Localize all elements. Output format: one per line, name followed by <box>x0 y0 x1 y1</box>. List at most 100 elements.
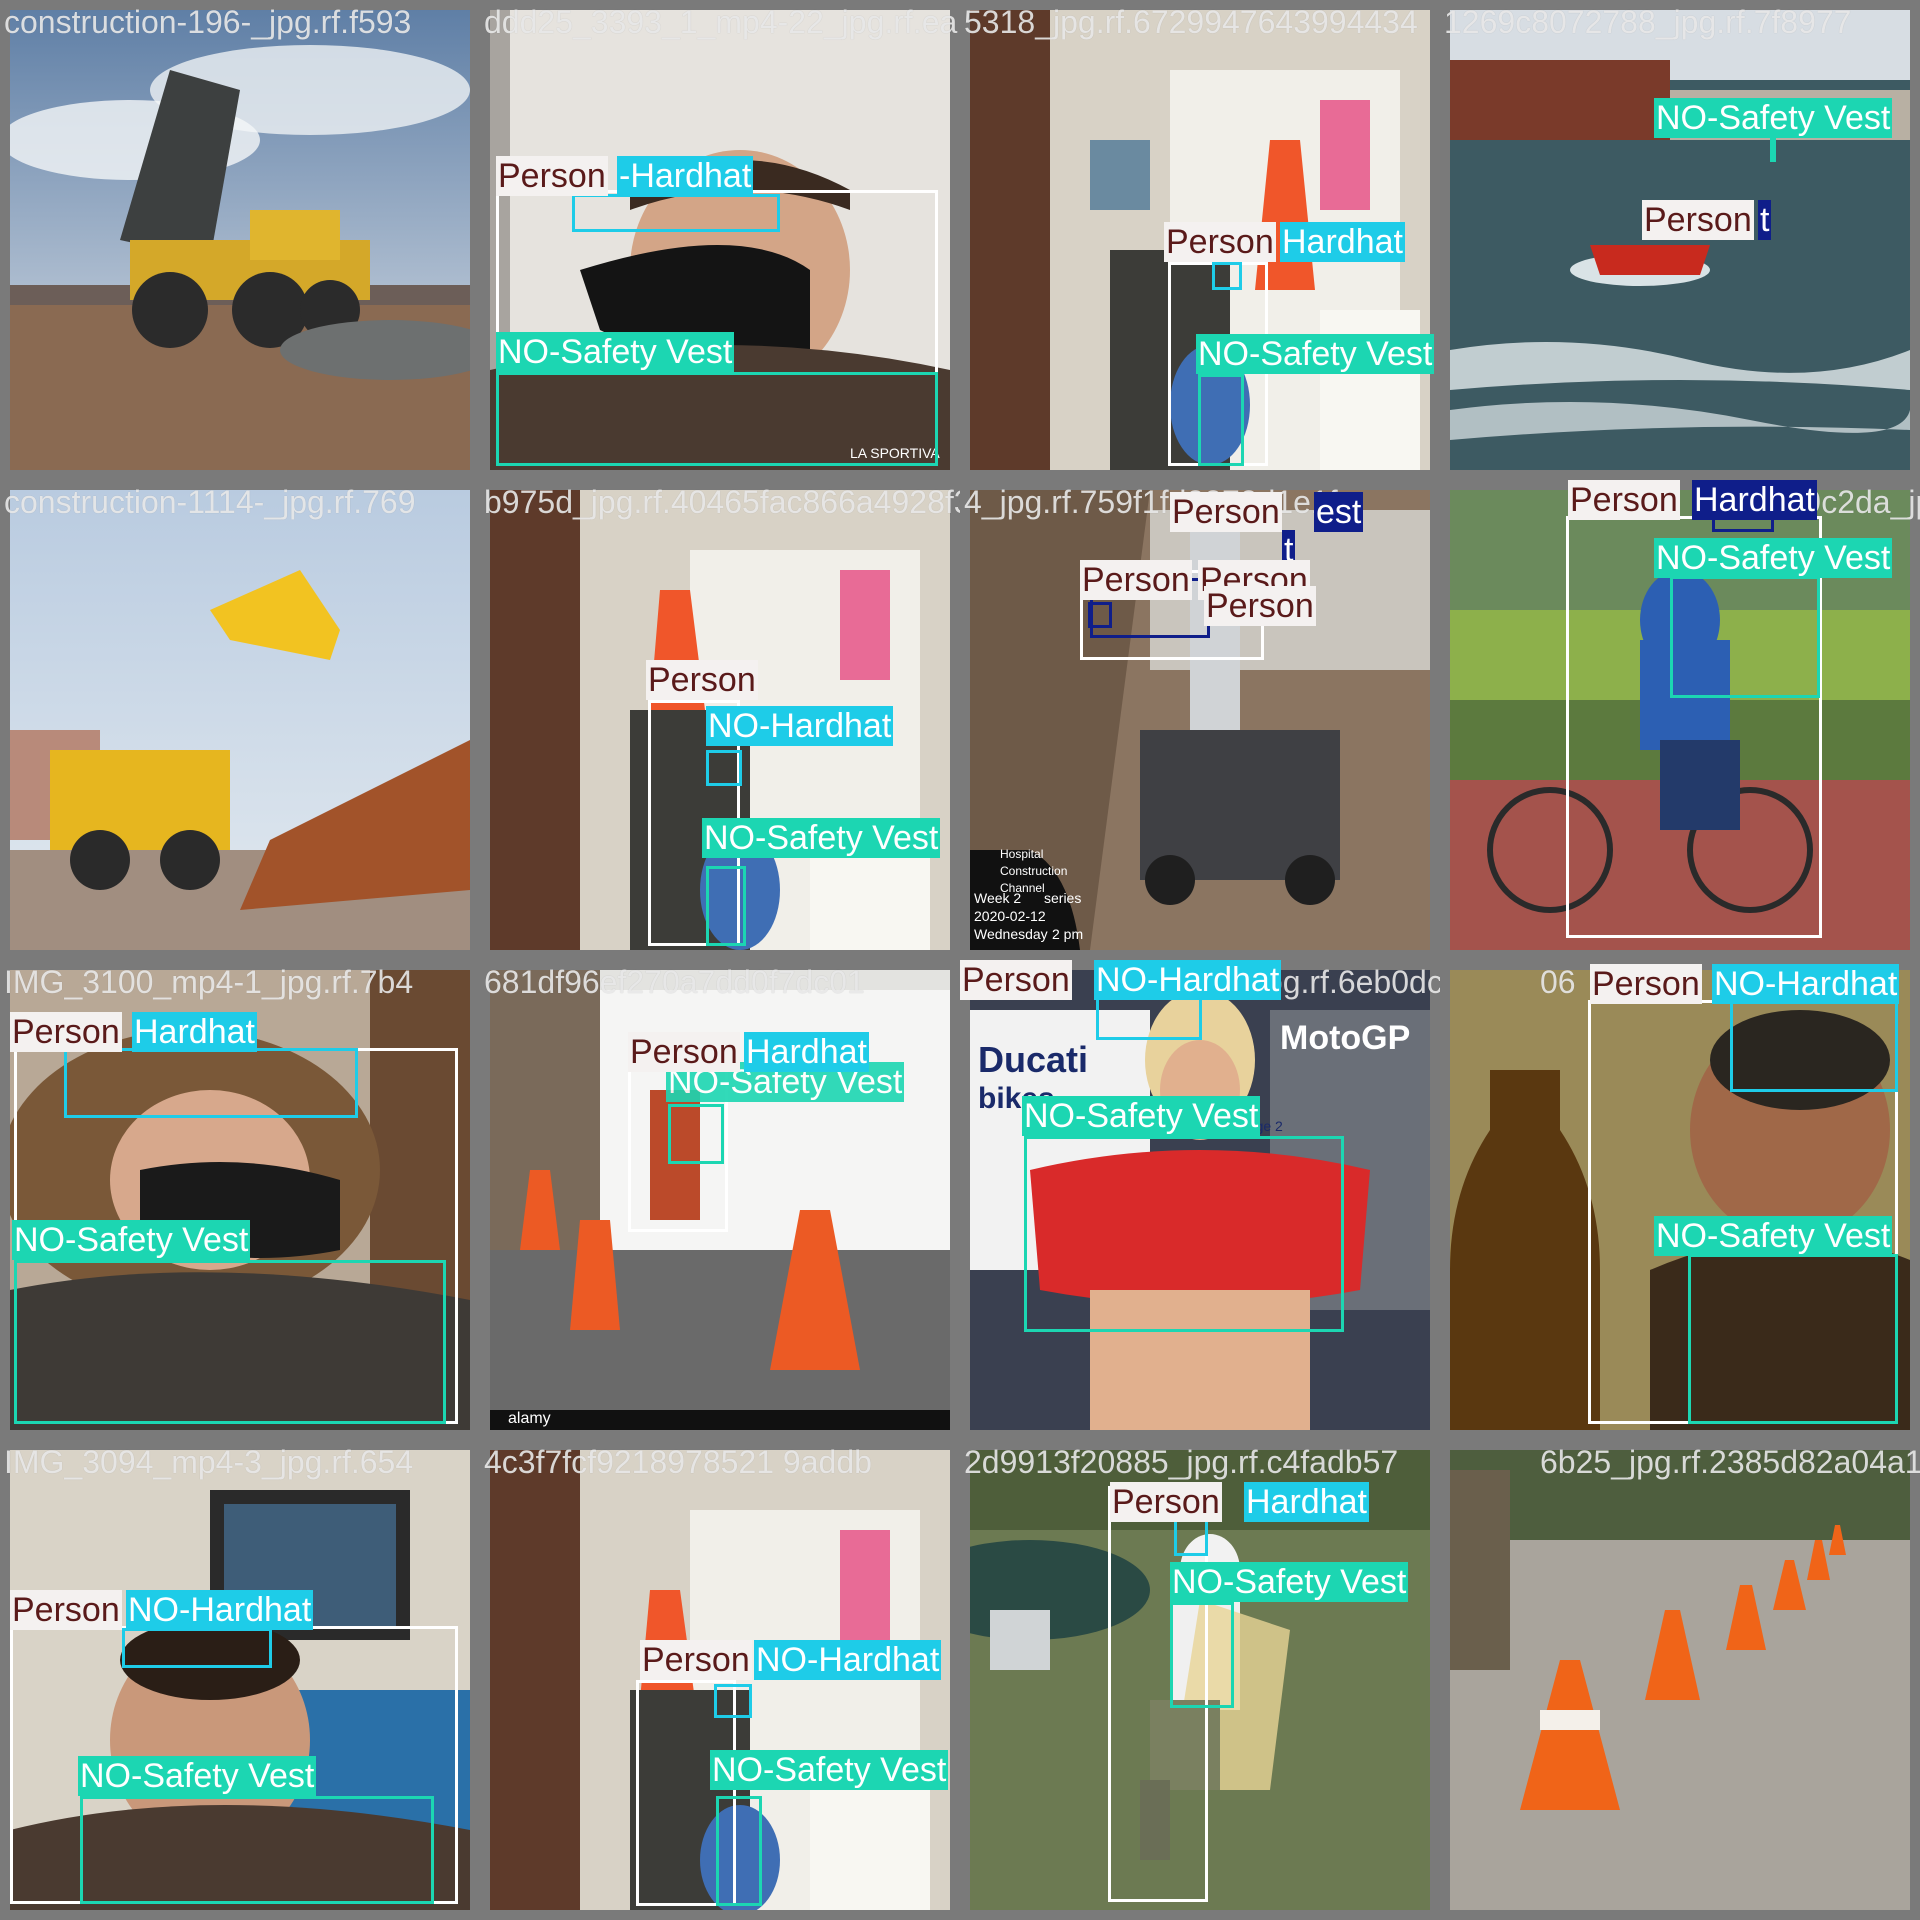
hardhat-box <box>122 1628 272 1668</box>
photo <box>10 10 470 470</box>
no-vest-label: NO-Safety Vest <box>710 1750 949 1790</box>
photo: Hospital Construction Channel Week 2 202… <box>970 490 1430 950</box>
no-vest-label: NO-Safety Vest <box>78 1756 317 1796</box>
filename-label: b975d_jpg.rf.40465fac866a4928f3 <box>484 484 960 520</box>
vest-box <box>1670 576 1820 698</box>
person-label: Person <box>1204 586 1316 626</box>
no-hardhat-label: NO-Hardhat <box>1712 964 1900 1004</box>
person-label: Person <box>496 156 608 196</box>
filename-label: 06 <box>1540 964 1576 1000</box>
vest-box <box>496 372 938 466</box>
tile-room-cone-1: Hardhat Person NO-Safety Vest 5318_jpg.r… <box>960 0 1440 480</box>
day-watermark: Wednesday <box>974 926 1048 942</box>
tile-bottle-man: Person NO-Hardhat NO-Safety Vest 06 <box>1440 960 1920 1440</box>
filename-label: construction-196-_jpg.rf.f593 <box>4 4 412 40</box>
no-vest-label: NO-Safety Vest <box>496 332 735 372</box>
tile-crane-site: Hospital Construction Channel Week 2 202… <box>960 480 1440 960</box>
dump-truck-image <box>10 10 470 470</box>
hardhat-box <box>1212 262 1242 290</box>
no-vest-label: NO-Safety Vest <box>1654 98 1893 138</box>
person-label: Person <box>640 1640 752 1680</box>
filename-label: 1269c8072788_jpg.rf.7f8977 <box>1444 4 1852 40</box>
person-label: Person <box>1642 200 1754 240</box>
road-cones-image <box>1450 1450 1910 1910</box>
person-label: Person <box>10 1590 122 1630</box>
person-label: Person <box>960 960 1072 1000</box>
week-watermark: Week 2 <box>974 890 1022 906</box>
boat-image <box>1450 10 1910 470</box>
filename-label: IMG_3100_mp4-1_jpg.rf.7b4 <box>4 964 414 1000</box>
tile-room-cone-2: Person NO-Hardhat NO-Safety Vest b975d_j… <box>480 480 960 960</box>
no-vest-label: NO-Safety Vest <box>1170 1562 1409 1602</box>
vest-box <box>668 1104 724 1164</box>
vest-box <box>1688 1254 1898 1424</box>
tile-child-chair: Person Hardhat NO-Safety Vest 2d9913f208… <box>960 1440 1440 1920</box>
vest-label-fragment: est <box>1314 492 1364 532</box>
no-vest-label: NO-Safety Vest <box>702 818 941 858</box>
person-label: Person <box>1080 560 1192 600</box>
hardhat-box <box>1096 996 1202 1040</box>
filename-label: ddd25_3393_1_mp4-22_jpg.rf.ea <box>484 4 958 40</box>
hardhat-label: Hardhat <box>1244 1482 1369 1522</box>
filename-label: construction-1114-_jpg.rf.769 <box>4 484 416 520</box>
detection-mosaic: construction-196-_jpg.rf.f593 LA SPORTIV… <box>0 0 1920 1920</box>
moto-text: MotoGP <box>1280 1019 1411 1057</box>
hardhat-box <box>1730 1000 1898 1092</box>
photo <box>1450 10 1910 470</box>
photo <box>1450 1450 1910 1910</box>
hardhat-box <box>572 194 780 232</box>
filename-label: 6b25_jpg.rf.2385d82a04a12b <box>1540 1444 1920 1480</box>
vest-box <box>1198 374 1244 466</box>
no-vest-label: NO-Safety Vest <box>1654 1216 1893 1256</box>
person-label: Person <box>646 660 758 700</box>
vest-box <box>706 866 746 946</box>
vest-box <box>1024 1136 1344 1332</box>
vest-box <box>716 1796 762 1906</box>
date-watermark: 2020-02-12 <box>974 908 1046 924</box>
no-hardhat-label: -Hardhat <box>617 156 754 196</box>
vest-box-small <box>1088 602 1112 628</box>
vest-box <box>14 1260 446 1424</box>
brand-text: Ducati <box>978 1039 1089 1080</box>
photo <box>10 490 470 950</box>
time-watermark: 2 pm <box>1052 926 1084 942</box>
excavator-image <box>10 490 470 950</box>
no-vest-label: NO-Safety Vest <box>12 1220 251 1260</box>
vest-box <box>1170 1602 1234 1708</box>
tile-dump-truck: construction-196-_jpg.rf.f593 <box>0 0 480 480</box>
no-hardhat-label: NO-Hardhat <box>754 1640 942 1680</box>
tile-cones-wall: alamy NO-Safety Vest Hardhat Person 681d… <box>480 960 960 1440</box>
person-label: Person <box>1110 1482 1222 1522</box>
hardhat-label: Hardhat <box>132 1012 257 1052</box>
person-label: Person <box>628 1032 740 1072</box>
series-watermark: series <box>1044 890 1082 906</box>
person-label: Person <box>1170 492 1282 532</box>
no-hardhat-label: NO-Hardhat <box>126 1590 314 1630</box>
hardhat-box <box>1174 1518 1208 1556</box>
tile-ducati-model: Ducati bikes MotoGP page 2 Person NO-Har… <box>960 960 1440 1440</box>
filename-label: 4c3f7fcf9218978521 9addb <box>484 1444 872 1480</box>
no-hardhat-label: NO-Hardhat <box>706 706 894 746</box>
tile-masked-man: LA SPORTIVA -Hardhat Person NO-Safety Ve… <box>480 0 960 480</box>
tile-room-cone-3: Person NO-Hardhat NO-Safety Vest 4c3f7fc… <box>480 1440 960 1920</box>
vest-label-fragment: t <box>1758 200 1772 240</box>
person-label: Person <box>10 1012 122 1052</box>
no-vest-label: NO-Safety Vest <box>1022 1096 1261 1136</box>
tile-man-hoodie: Person NO-Hardhat NO-Safety Vest IMG_309… <box>0 1440 480 1920</box>
tile-boat: NO-Safety Vest t Person 1269c8072788_jpg… <box>1440 0 1920 480</box>
no-hardhat-label: NO-Hardhat <box>1094 960 1282 1000</box>
hardhat-box <box>706 750 742 786</box>
filename-label: 5318_jpg.rf.6729947643994434 <box>964 4 1418 40</box>
tile-excavator: construction-1114-_jpg.rf.769 <box>0 480 480 960</box>
hardhat-box <box>714 1684 752 1718</box>
hardhat-box <box>64 1048 358 1118</box>
tile-curly-hair: Hardhat Person NO-Safety Vest IMG_3100_m… <box>0 960 480 1440</box>
person-label: Person <box>1164 222 1276 262</box>
filename-label: 4_jpg.rf.759f1fd2372d1e1fc <box>964 484 1354 520</box>
person-label: Person <box>1568 480 1680 520</box>
no-hardhat-label: Hardhat <box>1280 222 1405 262</box>
hardhat-label: Hardhat <box>1692 480 1817 520</box>
no-vest-label: NO-Safety Vest <box>1654 538 1893 578</box>
filename-label: 2d9913f20885_jpg.rf.c4fadb57 <box>964 1444 1399 1480</box>
filename-label: IMG_3094_mp4-3_jpg.rf.654 <box>4 1444 414 1480</box>
